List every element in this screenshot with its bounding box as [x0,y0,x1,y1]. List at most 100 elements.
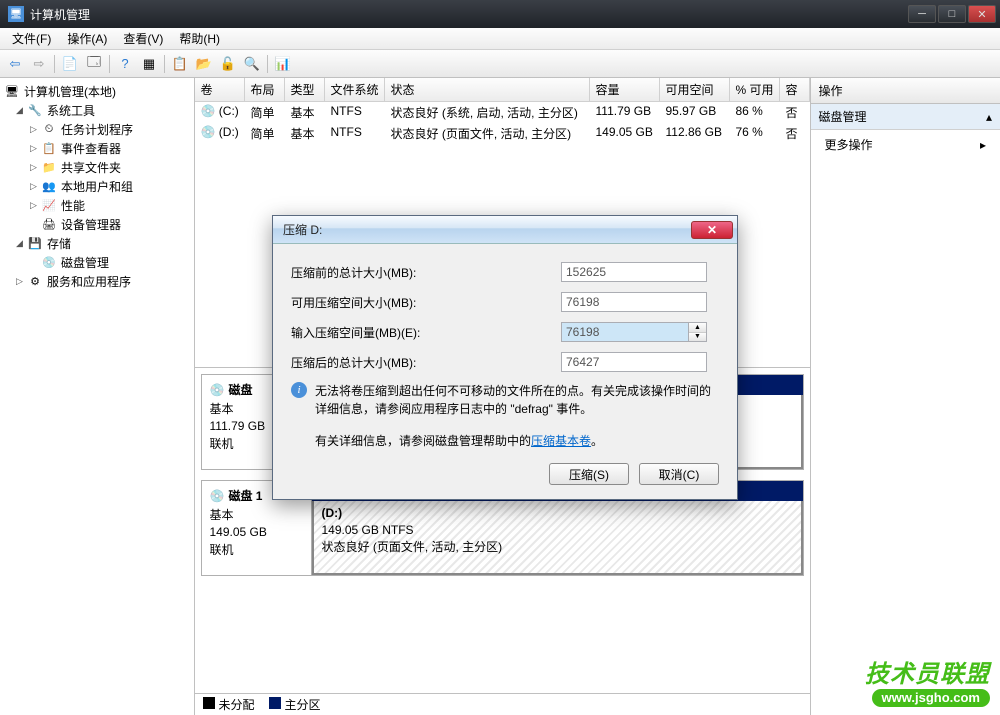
vol-free: 112.86 GB [660,124,730,143]
event-icon: 📋 [41,141,57,157]
input-size-after [561,352,707,372]
volume-list-header: 卷 布局 类型 文件系统 状态 容量 可用空间 % 可用 容 [195,78,810,102]
actions-section[interactable]: 磁盘管理 ▴ [811,104,1000,130]
legend-swatch-unallocated [203,697,215,709]
vol-type: 基本 [285,103,325,122]
dialog-titlebar[interactable]: 压缩 D: ✕ [273,216,737,244]
col-type[interactable]: 类型 [285,78,325,101]
legend: 未分配 主分区 [195,693,810,715]
tree-event-viewer[interactable]: ▷ 📋 事件查看器 [2,139,192,158]
tool-button[interactable]: 📋 [169,53,191,75]
col-volume[interactable]: 卷 [195,78,245,101]
expand-icon[interactable]: ▷ [28,181,39,192]
tree-label: 共享文件夹 [61,159,121,176]
tiles-button[interactable]: ▦ [138,53,160,75]
col-layout[interactable]: 布局 [245,78,285,101]
collapse-icon[interactable]: ◢ [14,105,25,116]
menu-file[interactable]: 文件(F) [4,28,59,49]
expand-icon[interactable]: ▷ [14,276,25,287]
tree-task-scheduler[interactable]: ▷ ⏲ 任务计划程序 [2,120,192,139]
drive-icon: 💿 [201,125,216,139]
vol-status: 状态良好 (系统, 启动, 活动, 主分区) [385,103,590,122]
tree-device-manager[interactable]: 🖨 设备管理器 [2,215,192,234]
help-button[interactable]: ? [114,53,136,75]
help-link[interactable]: 压缩基本卷 [531,434,591,448]
menu-help[interactable]: 帮助(H) [171,28,228,49]
input-shrink-amount[interactable] [561,322,689,342]
tree-label: 系统工具 [47,102,95,119]
tree-services-apps[interactable]: ▷ ⚙ 服务和应用程序 [2,272,192,291]
drive-icon: 💿 [210,489,225,503]
label-size-before: 压缩前的总计大小(MB): [291,264,561,281]
expand-icon[interactable]: ▷ [28,162,39,173]
close-button[interactable]: ✕ [968,5,996,23]
forward-button[interactable]: ⇨ [28,53,50,75]
collapse-icon[interactable]: ◢ [14,238,25,249]
dialog-close-button[interactable]: ✕ [691,221,733,239]
legend-swatch-primary [269,697,281,709]
minimize-button[interactable]: ─ [908,5,936,23]
menu-bar: 文件(F) 操作(A) 查看(V) 帮助(H) [0,28,1000,50]
tree-label: 服务和应用程序 [47,273,131,290]
help-suffix: 。 [591,434,603,448]
vol-layout: 简单 [245,124,285,143]
tree-label: 性能 [61,197,85,214]
shrink-button[interactable]: 压缩(S) [549,463,629,485]
tree-performance[interactable]: ▷ 📈 性能 [2,196,192,215]
col-filesystem[interactable]: 文件系统 [325,78,385,101]
tree-storage[interactable]: ◢ 💾 存储 [2,234,192,253]
col-status[interactable]: 状态 [385,78,590,101]
vol-status: 状态良好 (页面文件, 活动, 主分区) [385,124,590,143]
tree-label: 计算机管理(本地) [24,83,116,100]
spinner-up-button[interactable]: ▲ [689,323,706,333]
disk-kind: 基本 [210,506,303,523]
col-capacity[interactable]: 容量 [590,78,660,101]
col-percent[interactable]: % 可用 [730,78,780,101]
tree-label: 任务计划程序 [61,121,133,138]
vol-fs: NTFS [325,103,385,122]
volume-row[interactable]: 💿 (D:) 简单 基本 NTFS 状态良好 (页面文件, 活动, 主分区) 1… [195,123,810,144]
drive-icon: 💿 [210,383,225,397]
dialog-info-text: 无法将卷压缩到超出任何不可移动的文件所在的点。有关完成该操作时间的详细信息，请参… [315,382,719,418]
vol-fs: NTFS [325,124,385,143]
tool-button[interactable]: 🔓 [217,53,239,75]
cancel-button[interactable]: 取消(C) [639,463,719,485]
toolbar-separator [267,55,268,73]
col-free[interactable]: 可用空间 [660,78,730,101]
maximize-button[interactable]: □ [938,5,966,23]
expand-icon[interactable]: ▷ [28,124,39,135]
spinner-down-button[interactable]: ▼ [689,333,706,342]
tree-system-tools[interactable]: ◢ 🔧 系统工具 [2,101,192,120]
vol-cap: 111.79 GB [590,103,660,122]
tree-label: 磁盘管理 [61,254,109,271]
collapse-icon[interactable]: ▴ [986,110,992,124]
actions-pane: 操作 磁盘管理 ▴ 更多操作 ▸ [811,78,1000,715]
navigation-tree[interactable]: 🖥 计算机管理(本地) ◢ 🔧 系统工具 ▷ ⏲ 任务计划程序 ▷ 📋 事件查看… [0,78,195,715]
actions-more[interactable]: 更多操作 ▸ [811,130,1000,159]
col-fault[interactable]: 容 [780,78,810,101]
search-icon[interactable]: 🔍 [241,53,263,75]
tree-shared-folders[interactable]: ▷ 📁 共享文件夹 [2,158,192,177]
properties-button[interactable]: 🗔 [83,53,105,75]
perf-icon: 📈 [41,198,57,214]
tool-button[interactable]: 📊 [272,53,294,75]
device-icon: 🖨 [41,217,57,233]
tree-disk-management[interactable]: 💿 磁盘管理 [2,253,192,272]
back-button[interactable]: ⇦ [4,53,26,75]
actions-section-label: 磁盘管理 [819,108,867,125]
up-button[interactable]: 📄 [59,53,81,75]
toolbar-separator [109,55,110,73]
expand-icon[interactable]: ▷ [28,200,39,211]
refresh-icon[interactable]: 📂 [193,53,215,75]
menu-view[interactable]: 查看(V) [115,28,171,49]
actions-header: 操作 [811,78,1000,104]
expand-icon[interactable]: ▷ [28,143,39,154]
vol-fault: 否 [780,124,810,143]
tree-local-users[interactable]: ▷ 👥 本地用户和组 [2,177,192,196]
tree-label: 事件查看器 [61,140,121,157]
app-icon: 🖥 [8,6,24,22]
vol-letter: (C:) [219,104,239,118]
menu-action[interactable]: 操作(A) [59,28,115,49]
volume-row[interactable]: 💿 (C:) 简单 基本 NTFS 状态良好 (系统, 启动, 活动, 主分区)… [195,102,810,123]
tree-root[interactable]: 🖥 计算机管理(本地) [2,82,192,101]
